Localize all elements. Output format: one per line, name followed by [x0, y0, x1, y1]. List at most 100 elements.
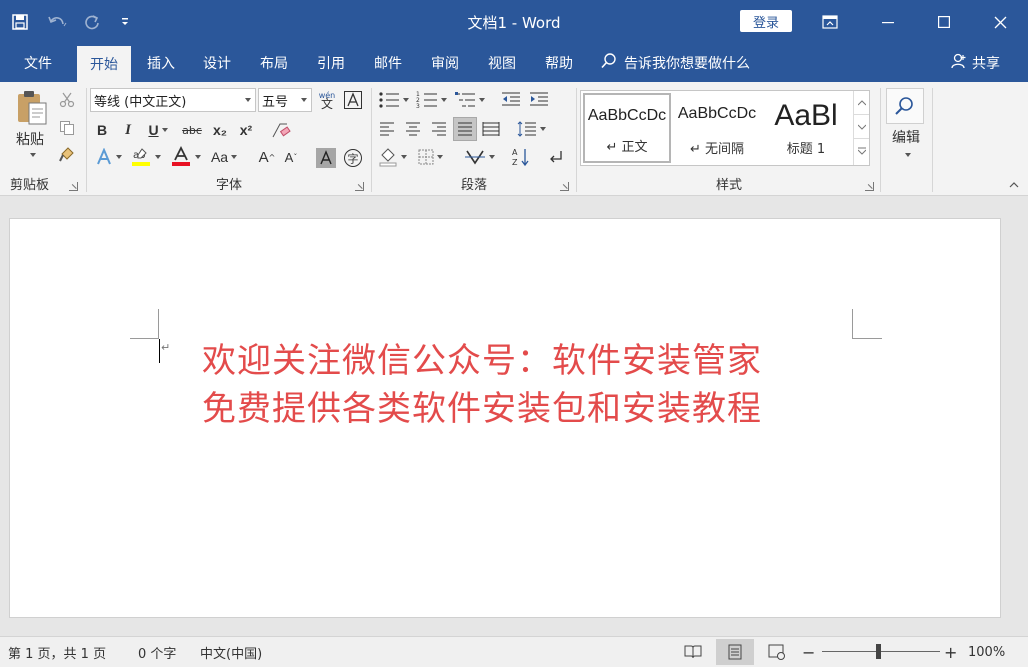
bold-button[interactable]: B — [91, 119, 113, 141]
document-text[interactable]: 欢迎关注微信公众号：软件安装管家 免费提供各类软件安装包和安装教程 — [202, 337, 762, 433]
subscript-button[interactable]: x₂ — [209, 119, 231, 141]
tab-references[interactable]: 引用 — [306, 44, 356, 82]
font-launcher-icon[interactable] — [355, 182, 364, 191]
clear-formatting-icon[interactable] — [268, 119, 294, 141]
paste-dropdown-icon[interactable] — [24, 150, 38, 160]
web-layout-icon[interactable] — [758, 639, 796, 665]
quick-access-toolbar — [0, 0, 140, 44]
zoom-out-button[interactable]: − — [802, 637, 815, 667]
language-indicator[interactable]: 中文(中国) — [200, 637, 262, 667]
decrease-indent-icon[interactable] — [499, 88, 523, 112]
enclose-characters-icon[interactable]: 字 — [342, 147, 364, 169]
share-label: 共享 — [972, 56, 1000, 72]
font-name-combobox[interactable]: 等线 (中文正文) — [90, 88, 256, 112]
zoom-slider-thumb[interactable] — [876, 644, 881, 659]
zoom-slider-track[interactable] — [822, 651, 940, 652]
multilevel-list-icon[interactable] — [451, 88, 487, 112]
borders-icon[interactable] — [413, 145, 447, 169]
numbering-icon[interactable]: 123 — [413, 88, 449, 112]
sort-icon[interactable]: AZ — [509, 145, 533, 169]
customize-qat-icon[interactable] — [110, 0, 140, 44]
superscript-button[interactable]: x² — [235, 119, 257, 141]
tab-mailings[interactable]: 邮件 — [363, 44, 413, 82]
tab-view[interactable]: 视图 — [477, 44, 527, 82]
tab-review[interactable]: 审阅 — [420, 44, 470, 82]
redo-icon[interactable] — [74, 0, 110, 44]
print-layout-icon[interactable] — [716, 639, 754, 665]
read-mode-icon[interactable] — [674, 639, 712, 665]
justify-icon[interactable] — [453, 117, 477, 141]
text-effects-icon[interactable] — [91, 145, 125, 169]
underline-button[interactable]: U — [143, 119, 173, 141]
ribbon-display-options-icon[interactable] — [802, 0, 858, 44]
clipboard-group: 粘贴 剪贴板 — [0, 82, 84, 196]
align-right-icon[interactable] — [427, 118, 451, 140]
align-center-icon[interactable] — [401, 118, 425, 140]
highlight-color-icon[interactable]: ab — [128, 145, 162, 169]
tab-layout[interactable]: 布局 — [249, 44, 299, 82]
increase-indent-icon[interactable] — [527, 88, 551, 112]
page-count[interactable]: 第 1 页，共 1 页 — [8, 637, 106, 667]
tell-me-box[interactable]: 告诉我你想要做什么 — [600, 44, 750, 82]
chinese-layout-icon[interactable] — [461, 145, 497, 169]
paste-icon[interactable] — [12, 88, 52, 128]
font-group-label: 字体 — [215, 178, 242, 193]
minimize-icon[interactable] — [860, 0, 916, 44]
tab-home[interactable]: 开始 — [77, 46, 131, 82]
close-icon[interactable] — [972, 0, 1028, 44]
paragraph-group: 123 A Z 段落 — [373, 82, 575, 196]
editing-dropdown-icon[interactable] — [900, 150, 912, 160]
save-icon[interactable] — [0, 0, 40, 44]
styles-launcher-icon[interactable] — [865, 182, 874, 191]
paste-label[interactable]: 粘贴 — [10, 130, 50, 148]
font-size-combobox[interactable]: 五号 — [258, 88, 312, 112]
document-line-2: 免费提供各类软件安装包和安装教程 — [202, 389, 762, 429]
collapse-ribbon-icon[interactable] — [1006, 178, 1022, 192]
document-page[interactable]: ↵ 欢迎关注微信公众号：软件安装管家 免费提供各类软件安装包和安装教程 — [9, 218, 1001, 618]
copy-icon[interactable] — [56, 118, 78, 138]
bullets-icon[interactable] — [375, 88, 411, 112]
cut-icon[interactable] — [56, 90, 78, 110]
tab-design[interactable]: 设计 — [192, 44, 242, 82]
change-case-button[interactable]: Aa — [206, 145, 242, 169]
phonetic-guide-icon[interactable]: wén 文 — [316, 88, 338, 112]
shrink-font-button[interactable]: Aˇ — [280, 145, 302, 169]
show-hide-marks-icon[interactable] — [543, 145, 567, 169]
strikethrough-button[interactable]: abc — [178, 119, 206, 141]
login-button[interactable]: 登录 — [740, 10, 792, 32]
character-border-icon[interactable] — [342, 90, 364, 110]
change-case-label: Aa — [210, 149, 229, 165]
character-shading-icon[interactable] — [316, 148, 336, 168]
find-icon[interactable] — [886, 88, 924, 124]
word-count[interactable]: 0 个字 — [138, 637, 176, 667]
format-painter-icon[interactable] — [56, 144, 78, 164]
lightbulb-search-icon — [600, 52, 618, 74]
svg-text:A: A — [512, 148, 518, 157]
zoom-level[interactable]: 100% — [968, 637, 1005, 667]
font-size-value: 五号 — [262, 94, 289, 110]
share-button[interactable]: 共享 — [950, 44, 1000, 82]
maximize-icon[interactable] — [916, 0, 972, 44]
undo-icon[interactable] — [40, 0, 74, 44]
svg-text:Z: Z — [512, 158, 518, 167]
tab-help[interactable]: 帮助 — [534, 44, 584, 82]
underline-label: U — [148, 122, 159, 138]
distributed-icon[interactable] — [479, 118, 503, 140]
italic-button[interactable]: I — [117, 119, 139, 141]
zoom-in-button[interactable]: + — [944, 637, 957, 667]
tab-file[interactable]: 文件 — [12, 44, 64, 82]
title-bar: 文档1 - Word 登录 — [0, 0, 1028, 44]
shading-icon[interactable] — [375, 145, 409, 169]
tab-insert[interactable]: 插入 — [136, 44, 186, 82]
align-left-icon[interactable] — [375, 118, 399, 140]
svg-text:3: 3 — [416, 103, 420, 109]
document-line-1: 欢迎关注微信公众号：软件安装管家 — [202, 341, 762, 381]
editing-group[interactable]: 编辑 — [882, 82, 932, 196]
line-spacing-icon[interactable] — [513, 118, 549, 140]
grow-font-button[interactable]: A ^ — [256, 145, 278, 169]
font-color-icon[interactable] — [168, 145, 202, 169]
clipboard-launcher-icon[interactable] — [69, 182, 78, 191]
document-area: ↵ 欢迎关注微信公众号：软件安装管家 免费提供各类软件安装包和安装教程 — [0, 197, 1028, 636]
paragraph-launcher-icon[interactable] — [560, 182, 569, 191]
paragraph-mark: ↵ — [161, 341, 171, 354]
